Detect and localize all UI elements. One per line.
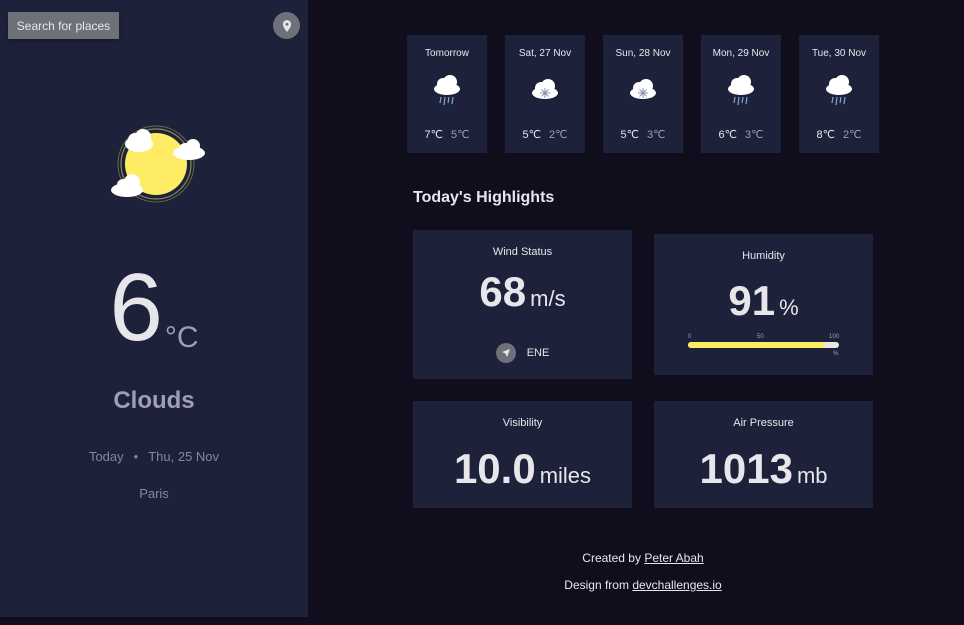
snow-icon — [628, 73, 658, 107]
wind-value: 68 m/s — [413, 268, 632, 316]
forecast-card: Tue, 30 Nov 8℃ 2℃ — [799, 35, 879, 153]
wind-speed: 68 — [479, 268, 527, 315]
pressure-label: Air Pressure — [733, 417, 794, 429]
pressure-unit: mb — [796, 463, 828, 488]
forecast-card: Sat, 27 Nov 5℃ 2℃ — [505, 35, 585, 153]
snow-icon — [530, 73, 560, 107]
forecast-day: Sat, 27 Nov — [518, 48, 572, 59]
wind-direction: ENE — [413, 343, 632, 363]
city-name: Paris — [139, 486, 169, 501]
forecast-max: 5℃ — [620, 129, 639, 141]
author-link[interactable]: Peter Abah — [644, 551, 703, 565]
rain-icon — [432, 73, 462, 107]
scale-mid: 50 — [757, 334, 764, 340]
pressure-number: 1013 — [699, 445, 793, 492]
footer-design: Design from devchallenges.io — [413, 578, 873, 592]
search-places-button[interactable]: Search for places — [8, 12, 119, 39]
humidity-card: Humidity 91% — [654, 234, 873, 375]
forecast-min: 3℃ — [647, 129, 666, 141]
date-separator: • — [133, 449, 139, 464]
humidity-value: 91% — [654, 277, 873, 325]
forecast-max: 7℃ — [424, 129, 443, 141]
scale-min: 0 — [688, 334, 692, 340]
forecast-day: Tue, 30 Nov — [811, 48, 867, 59]
navigation-arrow-icon — [495, 343, 516, 363]
wind-direction-label: ENE — [526, 347, 550, 359]
visibility-value: 10.0 miles — [413, 445, 632, 493]
forecast-card: Sun, 28 Nov 5℃ 3℃ — [603, 35, 683, 153]
forecast-max: 5℃ — [522, 129, 541, 141]
visibility-card: Visibility 10.0 miles — [413, 401, 632, 508]
forecast-card: Mon, 29 Nov 6℃ 3℃ — [701, 35, 781, 153]
design-prefix: Design from — [564, 578, 629, 592]
humidity-unit: % — [779, 295, 799, 320]
date-line: Today • Thu, 25 Nov — [0, 449, 308, 464]
visibility-unit: miles — [539, 463, 592, 488]
forecast-min: 2℃ — [843, 129, 862, 141]
pressure-value: 1013 mb — [654, 445, 873, 493]
forecast-card: Tomorrow 7℃ 5℃ — [407, 35, 487, 153]
current-condition: Clouds — [113, 387, 195, 414]
wind-label: Wind Status — [492, 246, 553, 258]
humidity-number: 91 — [728, 277, 776, 324]
forecast-day: Sun, 28 Nov — [615, 48, 671, 59]
forecast-max: 6℃ — [718, 129, 737, 141]
sidebar: Search for places 6°C Clouds Today • Thu… — [0, 0, 308, 617]
current-temperature: 6°C — [0, 258, 308, 358]
current-temp-value: 6 — [109, 254, 163, 361]
scale-max: 100 — [828, 334, 839, 340]
current-date: Thu, 25 Nov — [148, 449, 220, 464]
humidity-scale-unit: % — [833, 351, 839, 357]
wind-unit: m/s — [530, 286, 566, 311]
created-prefix: Created by — [582, 551, 641, 565]
current-temp-unit: °C — [164, 321, 199, 354]
humidity-bar — [688, 342, 839, 348]
forecast-min: 5℃ — [451, 129, 470, 141]
footer-credit: Created by Peter Abah — [413, 551, 873, 565]
visibility-number: 10.0 — [453, 445, 536, 492]
air-pressure-card: Air Pressure 1013 mb — [654, 401, 873, 508]
forecast-min: 2℃ — [549, 129, 568, 141]
highlights-title: Today's Highlights — [413, 189, 555, 206]
rain-icon — [726, 73, 756, 107]
forecast-max: 8℃ — [816, 129, 835, 141]
rain-icon — [824, 73, 854, 107]
today-label: Today — [88, 449, 124, 464]
visibility-label: Visibility — [502, 417, 543, 429]
forecast-min: 3℃ — [745, 129, 764, 141]
forecast-day: Tomorrow — [425, 48, 469, 59]
humidity-label: Humidity — [742, 250, 785, 262]
location-button[interactable] — [273, 12, 300, 39]
sun-cloud-icon — [105, 118, 215, 208]
forecast-day: Mon, 29 Nov — [712, 48, 770, 59]
location-icon — [282, 19, 291, 32]
design-link[interactable]: devchallenges.io — [632, 578, 721, 592]
humidity-bar-fill — [688, 342, 826, 348]
